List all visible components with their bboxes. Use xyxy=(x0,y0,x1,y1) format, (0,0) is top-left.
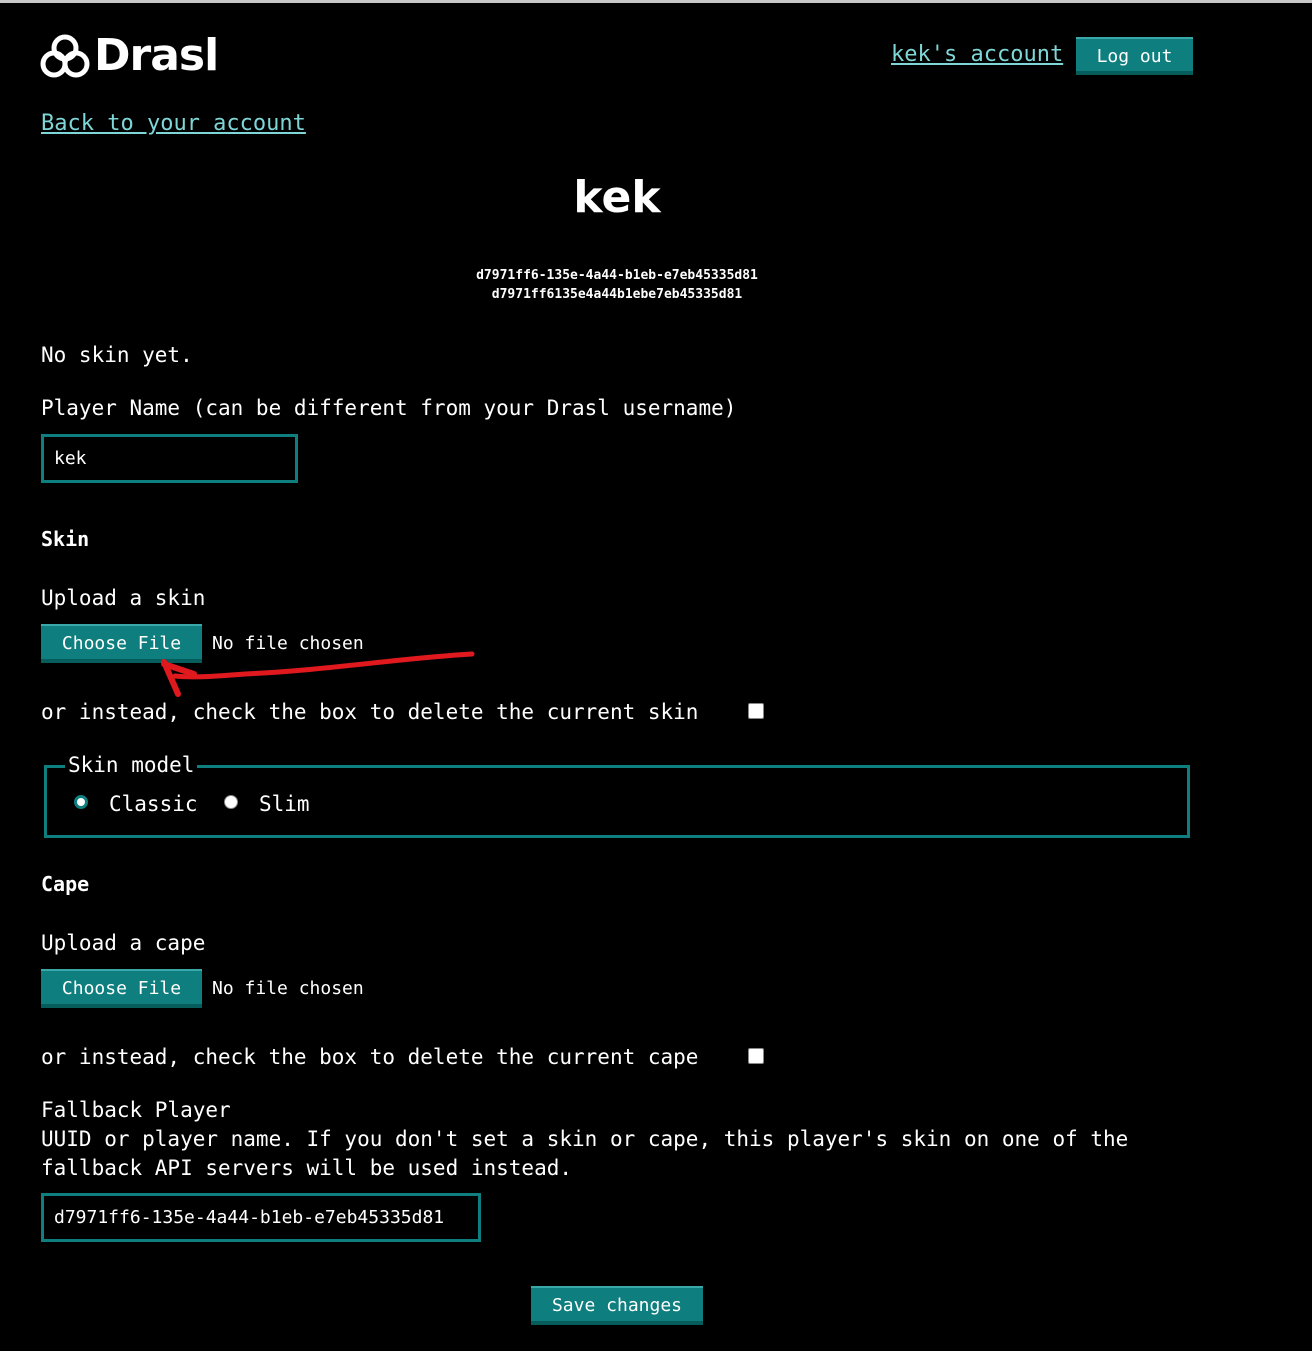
player-uuid-plain: d7971ff6135e4a44b1ebe7eb45335d81 xyxy=(491,287,743,302)
cape-no-file-text: No file chosen xyxy=(212,978,364,999)
delete-skin-checkbox[interactable] xyxy=(748,703,764,719)
red-arrow-annotation xyxy=(161,651,475,697)
delete-skin-label: or instead, check the box to delete the … xyxy=(41,700,699,724)
classic-radio[interactable] xyxy=(74,795,88,809)
player-name-input[interactable] xyxy=(41,434,298,483)
account-link[interactable]: kek's account xyxy=(891,42,1063,67)
logo-text: Drasl xyxy=(94,30,219,81)
upload-skin-label: Upload a skin xyxy=(41,586,206,610)
cape-file-input[interactable]: Choose File No file chosen xyxy=(41,969,364,1008)
upload-cape-label: Upload a cape xyxy=(41,931,206,955)
cape-heading: Cape xyxy=(41,872,90,896)
no-skin-text: No skin yet. xyxy=(41,343,193,367)
skin-model-fieldset xyxy=(44,765,1190,838)
page-title: kek xyxy=(573,172,661,223)
player-name-label: Player Name (can be different from your … xyxy=(41,396,737,420)
delete-cape-label: or instead, check the box to delete the … xyxy=(41,1045,699,1069)
logout-button[interactable]: Log out xyxy=(1076,37,1193,75)
skin-heading: Skin xyxy=(41,527,90,551)
back-to-account-link[interactable]: Back to your account xyxy=(41,111,306,136)
top-border xyxy=(0,0,1312,3)
fallback-help-line1: UUID or player name. If you don't set a … xyxy=(41,1127,1129,1151)
drasl-knot-icon xyxy=(40,34,90,78)
save-changes-button[interactable]: Save changes xyxy=(531,1286,703,1325)
cape-choose-file-button[interactable]: Choose File xyxy=(41,969,202,1008)
player-uuid-dashed: d7971ff6-135e-4a44-b1eb-e7eb45335d81 xyxy=(476,268,758,283)
drasl-logo[interactable]: Drasl xyxy=(40,30,219,81)
fallback-player-input[interactable] xyxy=(41,1193,481,1242)
skin-model-legend: Skin model xyxy=(65,753,198,777)
classic-label: Classic xyxy=(109,792,198,816)
fallback-player-label: Fallback Player xyxy=(41,1098,231,1122)
slim-radio[interactable] xyxy=(224,795,238,809)
delete-cape-checkbox[interactable] xyxy=(748,1048,764,1064)
slim-label: Slim xyxy=(259,792,310,816)
fallback-help-line2: fallback API servers will be used instea… xyxy=(41,1156,573,1180)
